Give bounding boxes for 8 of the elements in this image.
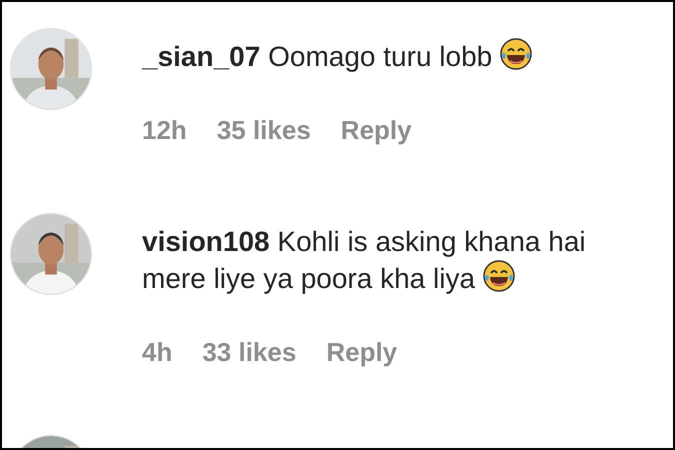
comment-text: vision108 Kohli is asking khana hai mere liye ya poora kha liya <box>142 225 587 296</box>
likes-link[interactable]: 33 likes <box>202 337 296 367</box>
reply-button[interactable]: Reply <box>326 337 398 367</box>
comment-time: 12h <box>142 115 187 145</box>
reply-button[interactable]: Reply <box>340 115 412 145</box>
comment-time: 4h <box>142 337 172 367</box>
comment-text: _sian_07 Oomago turu lobb <box>142 38 612 75</box>
likes-link[interactable]: 35 likes <box>216 115 311 145</box>
